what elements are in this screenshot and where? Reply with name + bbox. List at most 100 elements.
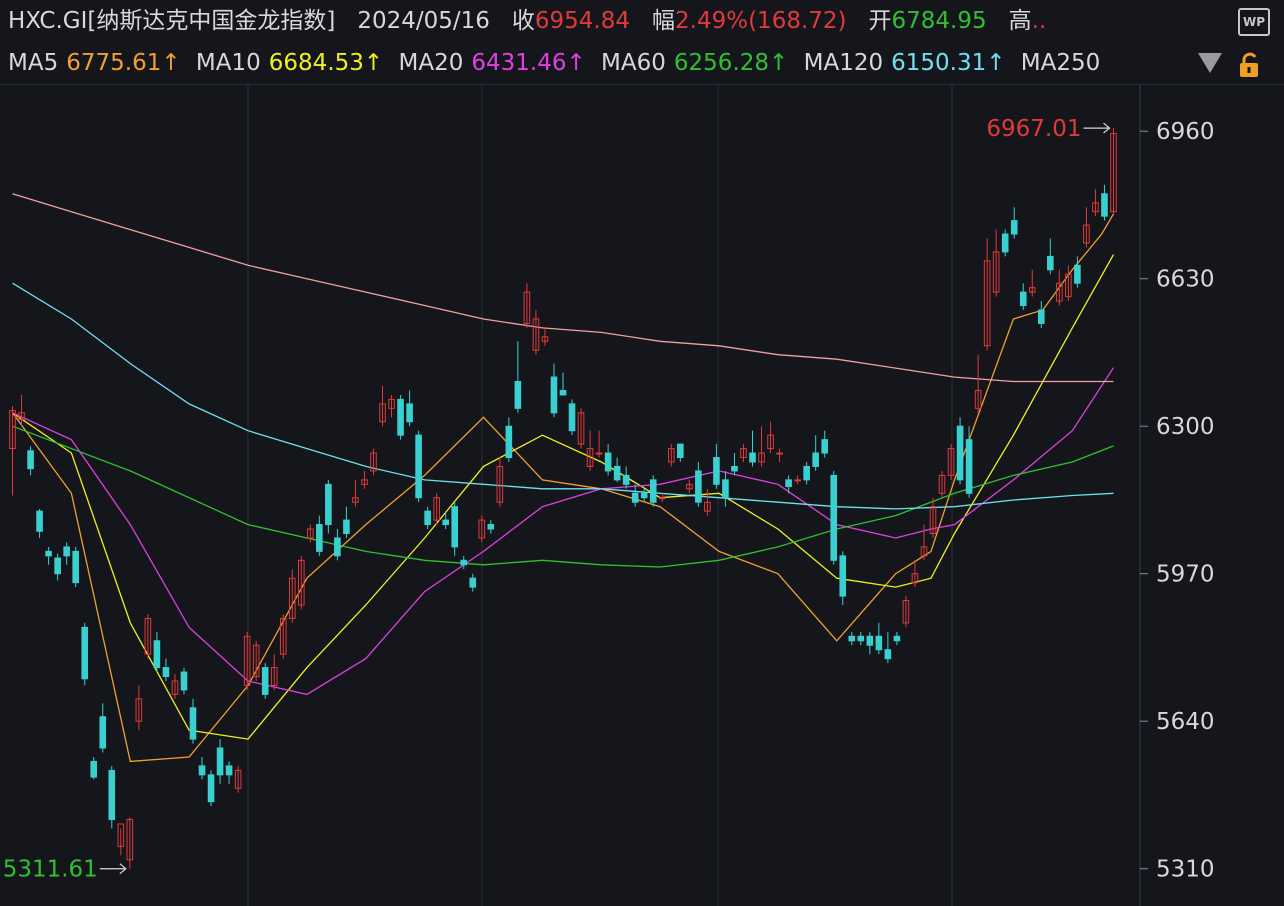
candle-24 (225, 761, 233, 784)
ma60-label: MA60 (601, 50, 666, 76)
candlestick-chart[interactable]: 6960 6630 6300 5970 5640 5310 6967.01 5311.61 (0, 85, 1284, 906)
candle-117 (1065, 265, 1072, 302)
candle-14 (135, 685, 143, 731)
candle-87 (794, 475, 801, 485)
ma5-line (11, 213, 1115, 763)
candle-body (316, 524, 323, 552)
y-tick-label-4: 5640 (1156, 709, 1215, 735)
candle-17 (162, 658, 170, 681)
candle-body (830, 474, 838, 561)
ma10-label: MA10 (195, 50, 261, 76)
candle-body (99, 716, 107, 749)
candle-body (1001, 233, 1009, 253)
y-tick-label-5: 5310 (1156, 857, 1215, 883)
ma20-value: 6431.46↑ (471, 50, 586, 76)
quote-header: HXC.GI[纳斯达克中国金龙指数] 2024/05/16 收6954.84 幅2.4… (0, 0, 1284, 84)
candle-body (956, 425, 964, 481)
candle-body (397, 398, 404, 436)
candle-83 (758, 426, 765, 467)
candle-body (325, 483, 332, 526)
candle-79 (722, 470, 729, 507)
ma-legend: MA5 6775.61↑ MA10 6684.53↑ MA20 6431.46↑ MA… (8, 46, 1100, 80)
candle-52 (478, 515, 486, 543)
candle-25 (234, 765, 242, 793)
candle-body (559, 389, 567, 396)
candle-109 (992, 229, 1000, 297)
candle-19 (180, 667, 188, 695)
candle-body (424, 510, 431, 526)
candle-body (261, 667, 269, 695)
ma10-value: 6684.53↑ (268, 50, 384, 76)
candle-121 (1101, 184, 1108, 221)
triangle-down-icon[interactable] (1198, 53, 1222, 73)
candle-110 (1001, 229, 1009, 257)
candle-88 (803, 461, 810, 485)
candle-90 (821, 430, 829, 458)
high-value: .. (1031, 8, 1047, 34)
candle-body (613, 465, 621, 481)
candle-10 (99, 703, 107, 753)
wp-button[interactable]: WP (1238, 8, 1270, 36)
y-tick-label-1: 6630 (1156, 267, 1215, 293)
ma250-line (12, 193, 1114, 383)
candle-77 (704, 488, 711, 516)
candle-body (722, 479, 729, 499)
candle-5 (54, 553, 61, 581)
candle-44 (406, 390, 413, 427)
max-price-label: 6967.01 (986, 116, 1081, 142)
candle-body (72, 550, 79, 584)
candle-53 (487, 520, 495, 534)
candle-42 (388, 394, 395, 418)
close-label: 收 (511, 8, 535, 34)
candle-body (1019, 291, 1027, 307)
candle-73 (667, 444, 675, 467)
candle-body (1047, 255, 1054, 271)
candle-32 (297, 555, 305, 610)
candle-body (216, 747, 224, 776)
candle-40 (370, 448, 377, 476)
candle-63 (577, 408, 585, 449)
change-label: 幅 (652, 8, 676, 34)
candle-97 (884, 631, 892, 664)
candle-100 (911, 560, 919, 588)
candle-58 (532, 310, 540, 355)
candle-body (487, 524, 495, 530)
candle-body (27, 450, 34, 470)
quote-date: 2024/05/16 (357, 8, 490, 34)
candle-46 (424, 506, 431, 530)
candle-body (343, 519, 350, 534)
candle-body (180, 671, 188, 691)
candle-119 (1083, 207, 1090, 248)
candle-50 (460, 555, 468, 570)
candle-body (406, 403, 413, 423)
lock-icon[interactable] (1238, 52, 1260, 78)
candle-body (794, 479, 801, 482)
candle-body (1101, 193, 1108, 217)
candle-102 (929, 497, 937, 538)
candle-body (875, 635, 883, 651)
candle-20 (189, 698, 197, 744)
candle-body (1037, 309, 1045, 324)
chart-annotations: 6967.01 5311.61 (3, 116, 1111, 883)
candle-92 (839, 551, 847, 606)
ma5-label: MA5 (8, 50, 59, 76)
candle-body (90, 760, 98, 778)
candle-body (785, 479, 792, 488)
min-price-arrow (99, 863, 127, 875)
candle-body (460, 559, 468, 566)
candle-75 (686, 479, 693, 494)
candle-49 (451, 502, 459, 556)
candle-body (848, 635, 856, 642)
candle-9 (90, 756, 98, 780)
candle-body (622, 474, 630, 485)
ma120-value: 6150.31↑ (891, 50, 1006, 76)
candle-114 (1037, 301, 1045, 328)
candle-body (568, 403, 576, 432)
candle-37 (343, 506, 350, 538)
candle-105 (956, 417, 964, 485)
candle-body (776, 452, 783, 455)
candle-115 (1047, 238, 1054, 275)
candle-51 (469, 573, 477, 592)
index-code[interactable]: HXC.GI[纳斯达克中国金龙指数] (8, 4, 335, 38)
candle-85 (776, 448, 783, 462)
